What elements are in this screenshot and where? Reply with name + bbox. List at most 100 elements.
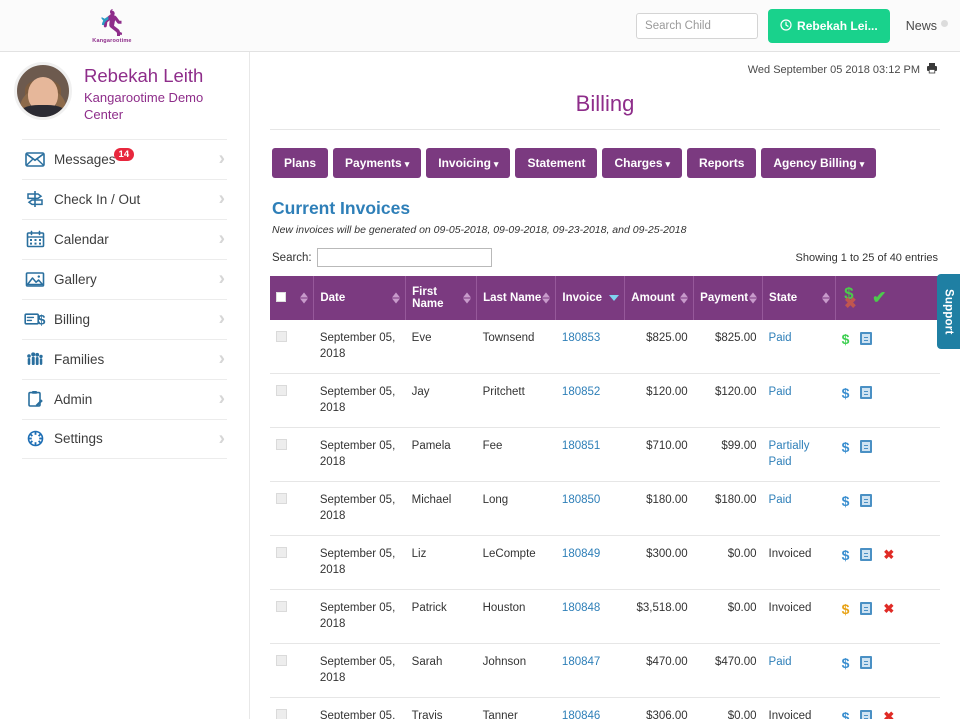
cell-actions: $ ✖ — [835, 589, 940, 645]
user-session-button[interactable]: Rebekah Lei... — [768, 9, 890, 43]
record-payment-icon[interactable]: $ — [842, 602, 850, 616]
sort-arrows-icon[interactable] — [822, 292, 831, 304]
view-invoice-icon[interactable] — [860, 494, 873, 508]
col-last-name[interactable]: Last Name — [476, 276, 557, 320]
sort-arrows-icon[interactable] — [392, 292, 401, 304]
sidebar-item-gallery[interactable]: Gallery › — [22, 258, 227, 299]
bulk-unpay-icon[interactable]: $ ✖ — [844, 284, 860, 312]
row-checkbox[interactable] — [276, 385, 287, 397]
sidebar-item-settings[interactable]: Settings › — [22, 418, 227, 459]
invoice-link[interactable]: 180848 — [562, 602, 600, 614]
clock-icon — [780, 18, 792, 34]
col-payment[interactable]: Payment — [693, 276, 764, 320]
tab-charges[interactable]: Charges ▾ — [602, 148, 683, 178]
tab-reports[interactable]: Reports — [687, 148, 757, 178]
record-payment-icon[interactable]: $ — [842, 548, 850, 562]
delete-invoice-icon[interactable]: ✖ — [883, 710, 894, 719]
sort-arrows-icon[interactable] — [463, 292, 472, 304]
state-value[interactable]: Paid — [769, 332, 792, 344]
chevron-down-icon: ▾ — [665, 159, 671, 169]
view-invoice-icon[interactable] — [860, 548, 873, 562]
sidebar-item-messages[interactable]: Messages 14 › — [22, 138, 227, 179]
cell-last-name: Long — [476, 481, 556, 537]
cell-invoice: 180847 — [555, 643, 625, 699]
row-checkbox[interactable] — [276, 601, 287, 613]
svg-text:$: $ — [38, 312, 46, 328]
state-value[interactable]: Paid — [769, 386, 792, 398]
tab-statement[interactable]: Statement — [515, 148, 598, 178]
sort-desc-icon[interactable] — [609, 295, 620, 301]
state-value: Invoiced — [768, 710, 812, 719]
invoice-link[interactable]: 180849 — [562, 548, 600, 560]
col-first-name[interactable]: First Name — [405, 276, 478, 320]
tab-plans[interactable]: Plans — [272, 148, 329, 178]
view-invoice-icon[interactable] — [860, 710, 873, 719]
user-profile[interactable]: Rebekah Leith Kangarootime Demo Center — [0, 52, 249, 137]
tab-payments[interactable]: Payments ▾ — [333, 148, 422, 178]
bulk-approve-icon[interactable]: ✔ — [872, 288, 886, 308]
sidebar-item-families[interactable]: Families › — [22, 338, 227, 379]
support-tab[interactable]: Support — [937, 274, 960, 349]
invoice-link[interactable]: 180850 — [562, 494, 600, 506]
sort-arrows-icon[interactable] — [680, 292, 689, 304]
col-select-all[interactable] — [270, 276, 315, 320]
row-checkbox[interactable] — [276, 439, 287, 451]
state-value[interactable]: Partially Paid — [769, 440, 810, 468]
col-date[interactable]: Date — [313, 276, 407, 320]
image-icon — [22, 271, 48, 288]
state-value[interactable]: Paid — [769, 494, 792, 506]
record-payment-icon[interactable]: $ — [842, 332, 850, 346]
calendar-icon — [22, 230, 48, 248]
sidebar-item-label: Admin — [54, 391, 93, 407]
sort-arrows-icon[interactable] — [300, 292, 309, 304]
cell-payment: $470.00 — [693, 643, 763, 699]
table-search-input[interactable] — [316, 248, 492, 267]
delete-invoice-icon[interactable]: ✖ — [883, 548, 894, 561]
sidebar-item-check-in-out[interactable]: Check In / Out › — [22, 178, 227, 219]
delete-invoice-icon[interactable]: ✖ — [883, 602, 894, 615]
record-payment-icon[interactable]: $ — [842, 386, 850, 400]
kangarootime-logo[interactable]: Kangarootime — [80, 1, 144, 49]
sidebar-item-admin[interactable]: Admin › — [22, 378, 227, 419]
view-invoice-icon[interactable] — [860, 656, 873, 670]
cell-payment: $180.00 — [693, 481, 763, 537]
record-payment-icon[interactable]: $ — [842, 656, 850, 670]
invoice-link[interactable]: 180847 — [562, 656, 600, 668]
sidebar-item-billing[interactable]: $ Billing › — [22, 298, 227, 339]
print-icon[interactable] — [926, 62, 938, 77]
col-state[interactable]: State — [762, 276, 837, 320]
sidebar-item-calendar[interactable]: Calendar › — [22, 218, 227, 259]
invoice-link[interactable]: 180852 — [562, 386, 600, 398]
col-invoice[interactable]: Invoice — [555, 276, 626, 320]
record-payment-icon[interactable]: $ — [842, 494, 850, 508]
news-link[interactable]: News — [906, 19, 948, 33]
state-value[interactable]: Paid — [769, 656, 792, 668]
sidebar-item-label: Messages — [54, 151, 116, 167]
row-checkbox[interactable] — [276, 547, 287, 559]
invoice-link[interactable]: 180851 — [562, 440, 600, 452]
row-checkbox[interactable] — [276, 655, 287, 667]
record-payment-icon[interactable]: $ — [842, 440, 850, 454]
sort-arrows-icon[interactable] — [749, 292, 758, 304]
invoice-link[interactable]: 180853 — [562, 332, 600, 344]
invoice-link[interactable]: 180846 — [562, 710, 600, 719]
row-checkbox[interactable] — [276, 493, 287, 505]
row-checkbox[interactable] — [276, 709, 287, 719]
search-child-input[interactable] — [636, 13, 759, 39]
table-search-row: Search: Showing 1 to 25 of 40 entries — [270, 236, 940, 267]
record-payment-icon[interactable]: $ — [842, 710, 850, 719]
cell-first-name: Jay — [405, 373, 477, 429]
cell-state: Paid — [762, 320, 836, 375]
view-invoice-icon[interactable] — [860, 386, 873, 400]
sort-arrows-icon[interactable] — [542, 292, 551, 304]
col-amount[interactable]: Amount — [624, 276, 695, 320]
view-invoice-icon[interactable] — [860, 440, 873, 454]
cell-amount: $825.00 — [624, 320, 694, 375]
tab-invoicing[interactable]: Invoicing ▾ — [426, 148, 511, 178]
tab-agency-billing[interactable]: Agency Billing ▾ — [761, 148, 877, 178]
select-all-checkbox[interactable] — [276, 291, 286, 302]
view-invoice-icon[interactable] — [860, 332, 873, 345]
col-label: Invoice — [562, 292, 603, 304]
view-invoice-icon[interactable] — [860, 602, 873, 616]
row-checkbox[interactable] — [276, 331, 287, 342]
